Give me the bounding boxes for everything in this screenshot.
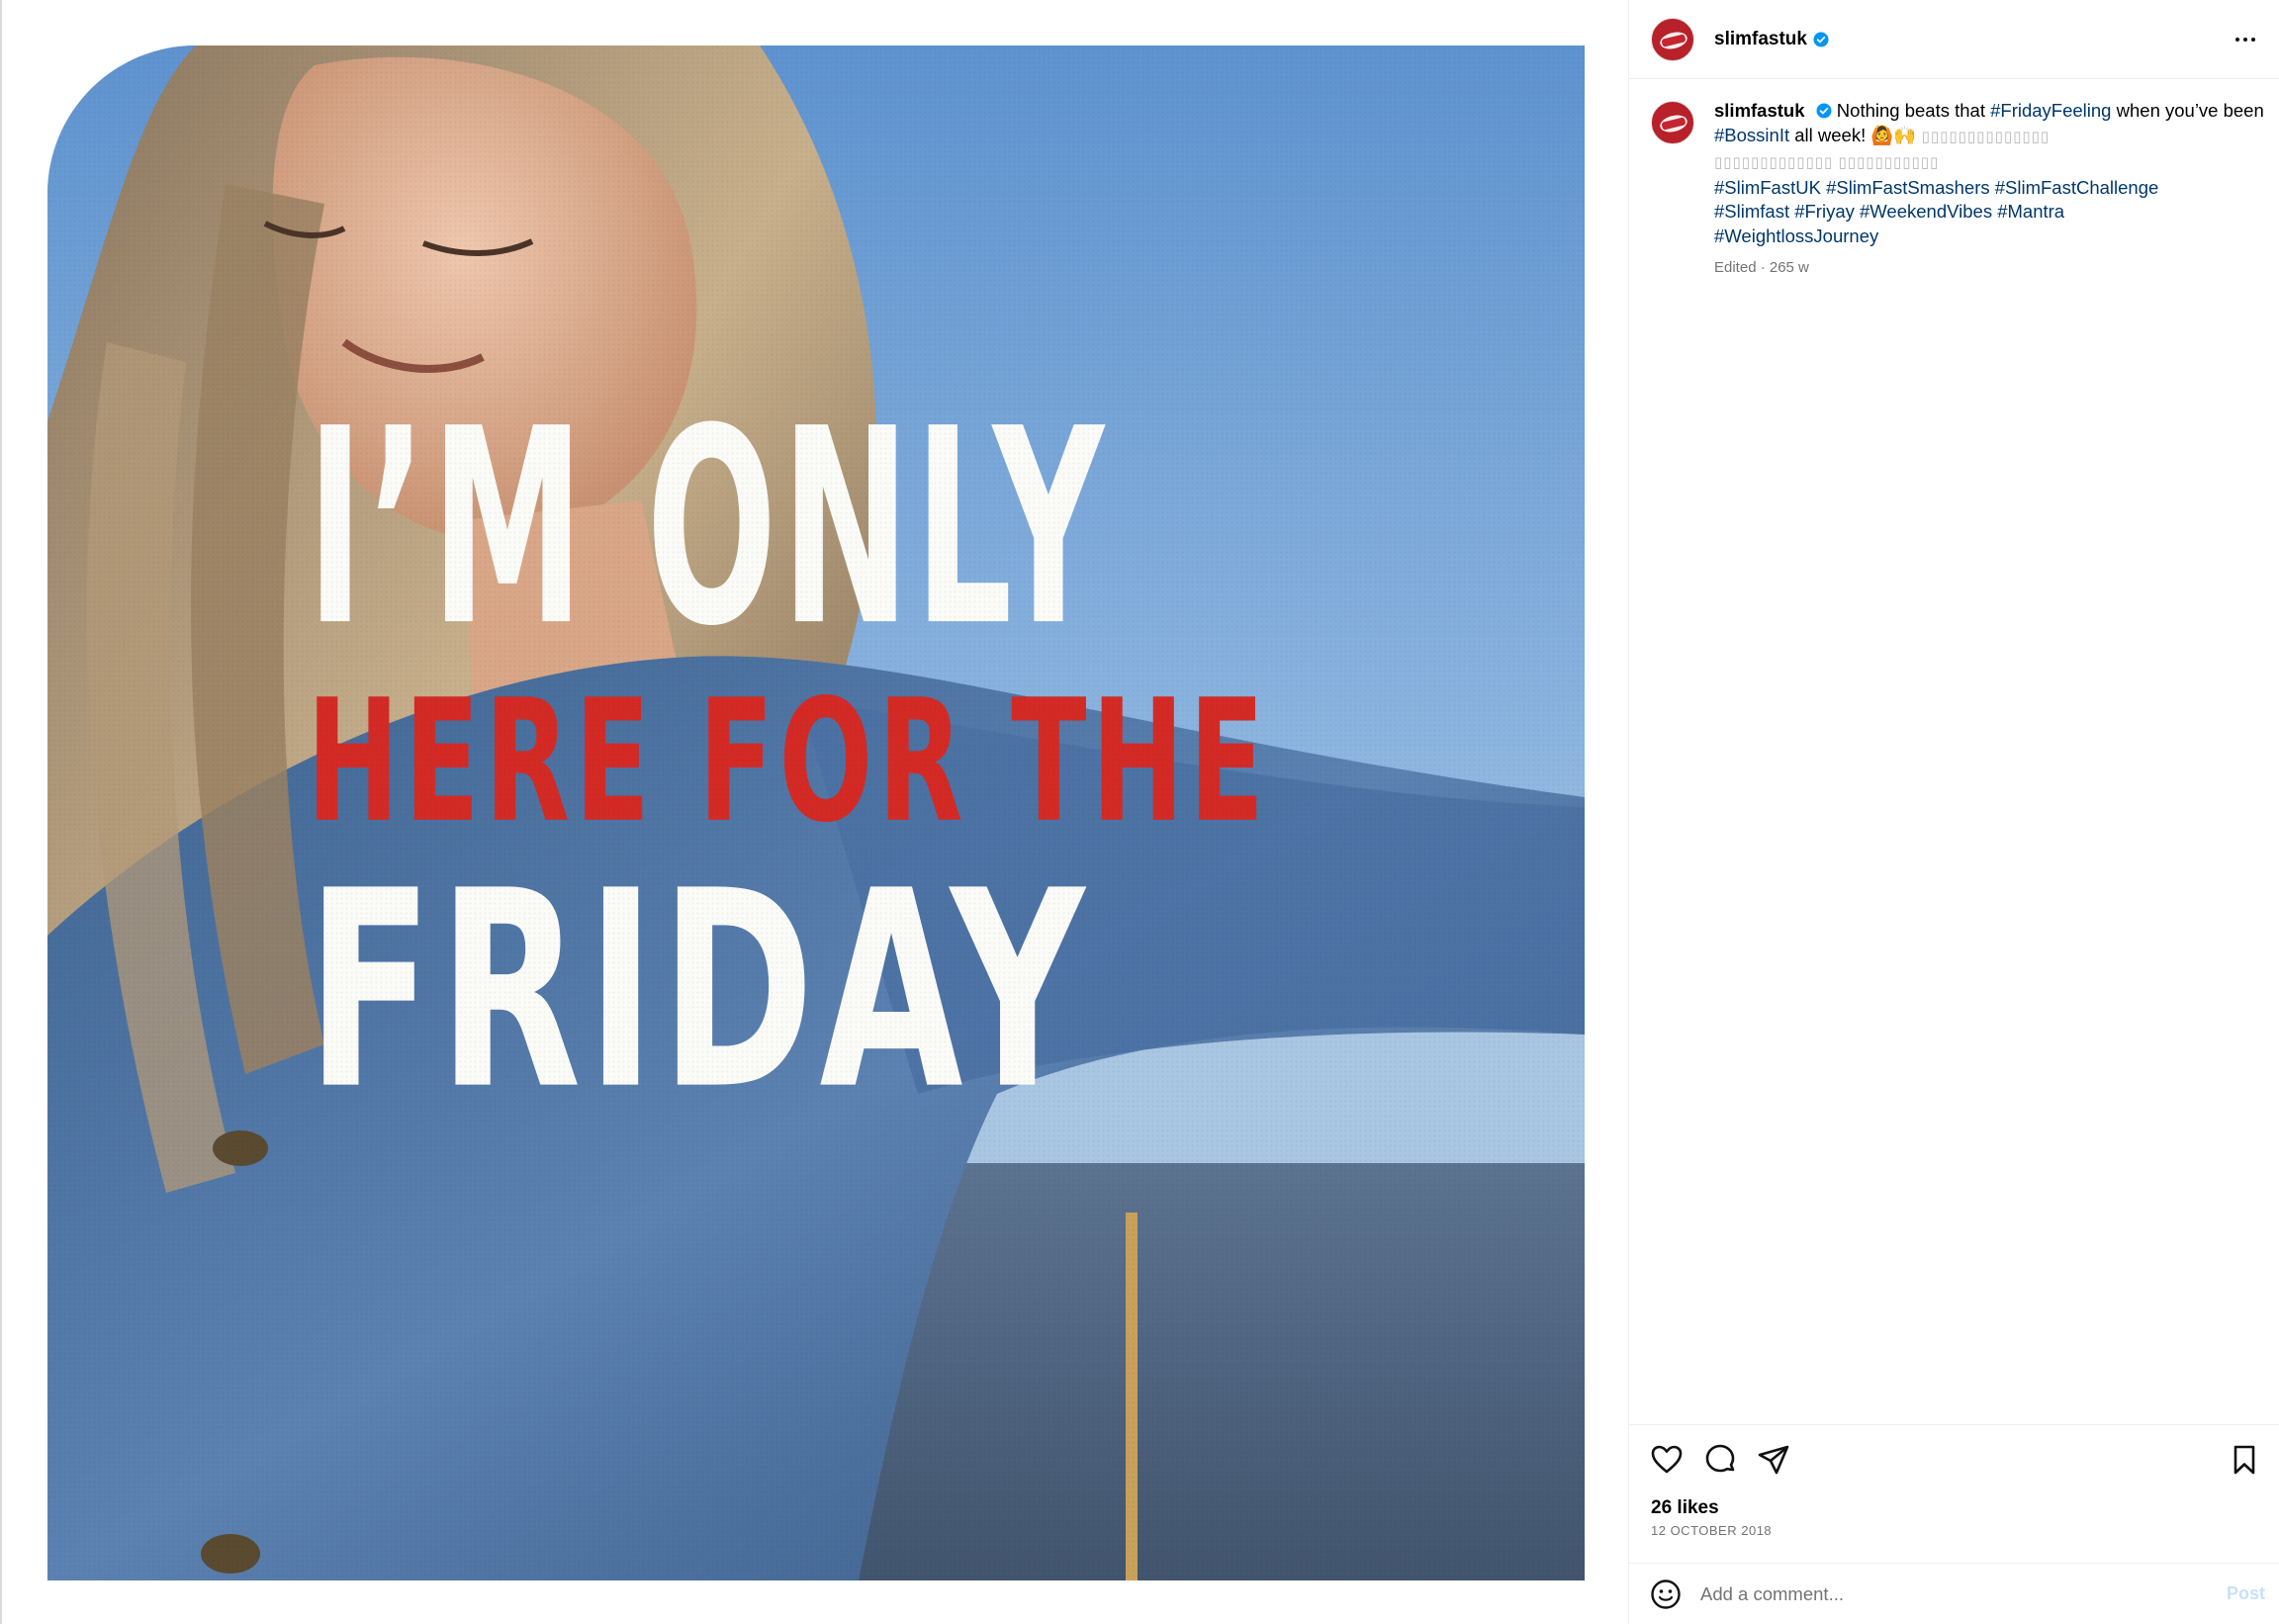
- bookmark-icon: [2233, 1445, 2255, 1475]
- more-options-button[interactable]: [2230, 26, 2261, 53]
- caption-username[interactable]: slimfastuk: [1714, 100, 1805, 121]
- header-username[interactable]: slimfastuk: [1714, 29, 1807, 50]
- caption-body: slimfastuk Nothing beats that #FridayFee…: [1714, 99, 2264, 281]
- image-overlay-text: I’M ONLY HERE FOR THE FRIDAY: [47, 45, 1585, 1580]
- emoji-icon[interactable]: [1649, 1578, 1683, 1611]
- caption-avatar[interactable]: [1651, 101, 1694, 144]
- image-text-line-2: HERE FOR THE: [307, 664, 1270, 861]
- action-bar: [1649, 1442, 2262, 1478]
- image-text-line-1: I’M ONLY: [307, 370, 1109, 686]
- verified-badge-icon: [1816, 103, 1832, 119]
- post-comment-button[interactable]: Post: [2227, 1583, 2265, 1604]
- hashtag-link[interactable]: #Friyay: [1794, 201, 1855, 222]
- brand-logo-mark: [1661, 117, 1686, 131]
- verified-badge-icon: [1813, 32, 1829, 46]
- share-button[interactable]: [1756, 1442, 1791, 1478]
- post-header: slimfastuk: [1629, 0, 2279, 79]
- image-text-line-3: FRIDAY: [307, 834, 1090, 1150]
- save-button[interactable]: [2227, 1442, 2262, 1478]
- like-button[interactable]: [1649, 1442, 1685, 1478]
- comment-input[interactable]: [1700, 1582, 2175, 1605]
- comment-button[interactable]: [1702, 1442, 1738, 1478]
- more-horizontal-icon: [2235, 38, 2239, 42]
- avatar[interactable]: [1651, 17, 1694, 61]
- hashtag-link[interactable]: #SlimFastSmashers: [1826, 177, 1990, 198]
- post-side-panel: slimfastuk slimfastuk Nothing beats that…: [1628, 0, 2279, 1624]
- actions-divider: [1629, 1424, 2279, 1425]
- hashtag-link[interactable]: #SlimFastUK: [1714, 177, 1821, 198]
- caption-text: all week! 🙆🙌: [1794, 124, 1917, 145]
- hashtag-link[interactable]: #WeightlossJourney: [1714, 226, 1878, 246]
- caption: slimfastuk Nothing beats that #FridayFee…: [1651, 99, 2264, 281]
- comment-bar: Post: [1629, 1563, 2279, 1624]
- unrendered-glyphs: ▯▯▯▯▯▯▯▯▯▯▯▯▯▯: [1921, 128, 2051, 145]
- hashtag-link[interactable]: #WeekendVibes: [1860, 201, 1992, 222]
- comment-icon: [1705, 1444, 1735, 1473]
- hashtag-link[interactable]: #SlimFastChallenge: [1995, 177, 2159, 198]
- caption-text: when you’ve been: [2116, 100, 2264, 121]
- hashtag-link[interactable]: #Mantra: [1997, 201, 2064, 222]
- heart-icon: [1651, 1445, 1683, 1474]
- unrendered-glyphs: ▯▯▯▯▯▯▯▯▯▯▯▯▯ ▯▯▯▯▯▯▯▯▯▯▯: [1714, 154, 1940, 171]
- caption-text: Nothing beats that: [1836, 100, 1985, 121]
- likes-count[interactable]: 26 likes: [1651, 1497, 1719, 1519]
- hashtag-link[interactable]: #Slimfast: [1714, 201, 1789, 222]
- hashtag-link[interactable]: #FridayFeeling: [1990, 100, 2111, 121]
- brand-logo-mark: [1661, 33, 1686, 47]
- post-photo[interactable]: I’M ONLY HERE FOR THE FRIDAY: [47, 45, 1585, 1580]
- post-media-pane: I’M ONLY HERE FOR THE FRIDAY: [0, 0, 1628, 1624]
- hashtag-link[interactable]: #BossinIt: [1714, 125, 1789, 145]
- caption-meta: Edited · 265 w: [1714, 259, 1809, 276]
- send-icon: [1758, 1445, 1789, 1475]
- post-date: 12 OCTOBER 2018: [1651, 1523, 1773, 1538]
